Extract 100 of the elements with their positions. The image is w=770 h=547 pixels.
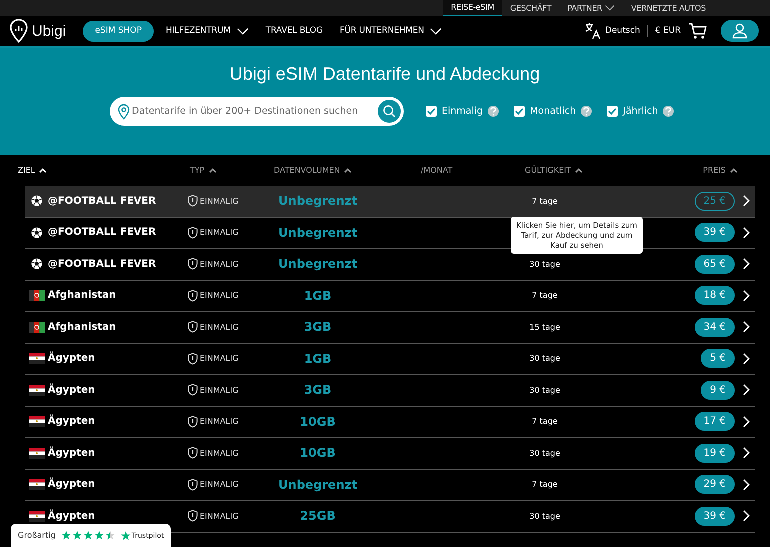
top-nav-link[interactable]: PARTNER: [560, 0, 624, 16]
validity: 7 tage: [532, 196, 558, 206]
checkbox[interactable]: [607, 106, 618, 117]
star-icon: [94, 531, 104, 540]
column-header[interactable]: GÜLTIGKEIT: [525, 166, 572, 175]
plan-type: EINMALIG: [200, 417, 239, 426]
top-nav-link[interactable]: REISE-eSIM: [443, 0, 502, 16]
chevron-right-icon: [742, 258, 750, 270]
chevron-right-icon: [742, 416, 750, 428]
destination-name: Ägypten: [47, 510, 96, 522]
shield-icon: [188, 352, 198, 365]
checkbox[interactable]: [426, 106, 437, 117]
price-badge: 9 €: [701, 380, 735, 400]
plan-type: EINMALIG: [200, 291, 239, 300]
top-nav-link[interactable]: VERNETZTE AUTOS: [623, 0, 714, 16]
filter-label: Einmalig: [442, 106, 484, 117]
data-volume: Unbegrenzt: [278, 226, 358, 240]
flag-icon: [28, 384, 44, 396]
column-header[interactable]: PREIS: [703, 166, 726, 175]
data-volume: Unbegrenzt: [278, 194, 358, 208]
chevron-right-icon: [742, 290, 750, 302]
data-volume: 10GB: [299, 414, 337, 429]
search-field[interactable]: Datentarife in über 200+ Destinationen suchen: [110, 97, 404, 126]
user-icon: [732, 23, 748, 39]
plan-type: EINMALIG: [200, 386, 239, 395]
table-row[interactable]: Ägypten EINMALIG 3GB 30 tage 9 €: [25, 375, 755, 406]
flag-icon: [28, 510, 44, 522]
validity: 30 tage: [530, 386, 560, 395]
location-pin-icon: [118, 104, 130, 120]
star-logo-icon: [120, 530, 131, 540]
chevron-right-icon: [742, 321, 750, 334]
checkbox[interactable]: [514, 106, 526, 117]
nav-link[interactable]: TRAVEL BLOG: [266, 26, 323, 36]
price-badge: 19 €: [694, 444, 735, 463]
cart-icon[interactable]: [688, 22, 707, 40]
data-volume: 10GB: [299, 446, 337, 460]
table-row[interactable]: @FOOTBALL FEVER EINMALIG Unbegrenzt 7 tage 25 €: [25, 186, 755, 218]
plan-type: EINMALIG: [200, 228, 239, 238]
search-icon: [383, 105, 396, 118]
price-badge: 39 €: [694, 223, 735, 242]
chevron-right-icon: [742, 447, 750, 460]
language-selector[interactable]: Deutsch: [584, 22, 640, 40]
column-header[interactable]: ZIEL: [18, 166, 36, 175]
shield-icon: [188, 447, 198, 460]
column-header: /MONAT: [421, 166, 453, 175]
football-icon: [30, 258, 42, 270]
shield-icon: [188, 226, 198, 239]
shield-icon: [188, 195, 198, 208]
star-icon: [106, 531, 115, 540]
plan-type: EINMALIG: [200, 512, 239, 521]
destination-name: @FOOTBALL FEVER: [47, 196, 158, 207]
plan-type: EINMALIG: [200, 260, 239, 269]
translate-icon: [584, 22, 602, 40]
column-header[interactable]: TYP: [190, 166, 205, 175]
data-volume: Unbegrenzt: [278, 257, 358, 272]
currency-selector[interactable]: € EUR: [655, 26, 681, 36]
table-row[interactable]: Afghanistan EINMALIG 3GB 15 tage 34 €: [25, 312, 755, 344]
destination-name: @FOOTBALL FEVER: [47, 258, 158, 270]
football-icon: [30, 195, 42, 208]
page-title: Ubigi eSIM Datentarife und Abdeckung: [228, 64, 542, 85]
nav-link[interactable]: FÜR UNTERNEHMEN: [340, 26, 424, 36]
top-nav-link[interactable]: GESCHÄFT: [502, 0, 560, 16]
validity: 30 tage: [530, 448, 560, 458]
validity: 7 tage: [532, 480, 558, 490]
table-row[interactable]: Ägypten EINMALIG Unbegrenzt 7 tage 29 €: [25, 470, 755, 501]
football-icon: [30, 226, 42, 239]
column-header[interactable]: DATENVOLUMEN: [274, 166, 340, 175]
destination-name: Ägypten: [47, 448, 96, 459]
shield-icon: [188, 258, 198, 270]
table-row[interactable]: Afghanistan EINMALIG 1GB 7 tage 18 €: [25, 280, 755, 312]
table-row[interactable]: Ägypten EINMALIG 10GB 7 tage 17 €: [25, 406, 755, 438]
price-badge: 39 €: [694, 506, 735, 526]
data-volume: 25GB: [299, 509, 337, 524]
flag-icon: [28, 479, 44, 490]
price-badge: 18 €: [694, 286, 735, 306]
validity: 30 tage: [530, 512, 560, 521]
chevron-right-icon: [742, 384, 750, 396]
help-icon[interactable]: [663, 106, 674, 117]
star-icon: [84, 531, 93, 540]
shield-icon: [188, 416, 198, 428]
price-badge: 5 €: [701, 349, 735, 368]
plan-type: EINMALIG: [200, 448, 239, 458]
account-button[interactable]: [721, 20, 759, 42]
shield-icon: [188, 384, 198, 396]
destination-name: Ägypten: [47, 384, 96, 396]
shield-icon: [188, 478, 198, 491]
help-icon[interactable]: [581, 106, 592, 117]
shop-button[interactable]: eSIM SHOP: [83, 20, 154, 42]
table-row[interactable]: Ägypten EINMALIG 1GB 30 tage 5 €: [25, 344, 755, 375]
nav-link[interactable]: HILFEZENTRUM: [166, 26, 231, 36]
logo-icon: [10, 19, 28, 43]
plan-type: EINMALIG: [200, 354, 239, 364]
filter-label: Monatlich: [530, 106, 576, 117]
star-icon: [72, 531, 82, 540]
chevron-right-icon: [742, 195, 750, 208]
validity: 30 tage: [530, 354, 560, 364]
table-row[interactable]: Ägypten EINMALIG 10GB 30 tage 19 €: [25, 438, 755, 470]
filter-label: Jährlich: [623, 106, 658, 117]
help-icon[interactable]: [488, 106, 500, 117]
logo-text: Ubigi: [32, 22, 66, 40]
